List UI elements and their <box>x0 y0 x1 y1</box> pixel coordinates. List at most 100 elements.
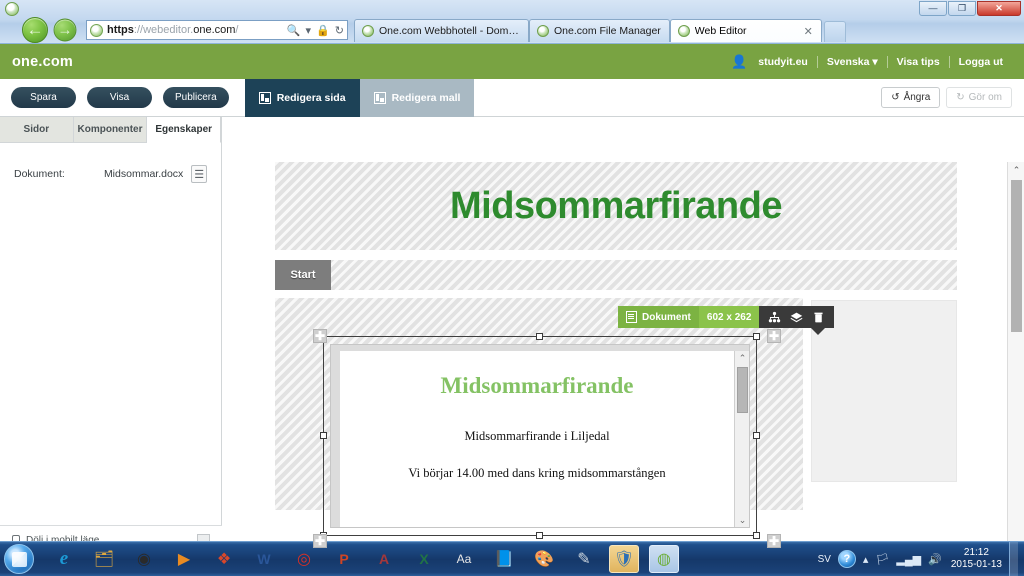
nav-item-start[interactable]: Start <box>275 260 331 290</box>
template-layout-icon <box>373 91 386 104</box>
close-icon[interactable]: ✕ <box>794 25 813 38</box>
site-favicon-icon <box>90 23 103 37</box>
taskbar-windows-explorer[interactable]: 🗂 <box>89 545 119 573</box>
taskbar-word[interactable]: W <box>249 545 279 573</box>
undo-button[interactable]: ↺ Ångra <box>881 87 941 108</box>
show-tips-link[interactable]: Visa tips <box>888 56 949 68</box>
browser-tab-2-label: One.com File Manager <box>554 25 661 37</box>
sidebar-tab-egenskaper[interactable]: Egenskaper <box>147 117 222 143</box>
publish-button[interactable]: Publicera <box>163 87 229 108</box>
network-icon[interactable]: ▂▄▆ <box>896 553 921 566</box>
canvas-scrollbar[interactable]: ⌃ ⌄ <box>1007 162 1024 555</box>
redo-button[interactable]: ↻ Gör om <box>946 87 1012 108</box>
volume-icon[interactable]: 🔊 <box>928 553 942 566</box>
chevron-down-icon[interactable]: ▾ <box>306 24 312 37</box>
sidebar-tab-komponenter[interactable]: Komponenter <box>73 117 148 142</box>
web-editor-app: one.com 👤 studyit.eu Svenska ▾ Visa tips… <box>0 44 1024 555</box>
address-bar[interactable]: https://webeditor.one.com/ 🔍 ▾ 🔒 ↻ <box>86 20 348 40</box>
page-title: Midsommarfirande <box>450 184 782 227</box>
taskbar-media-player[interactable]: ▶ <box>169 545 199 573</box>
onecom-logo[interactable]: one.com <box>12 54 73 70</box>
taskbar-snipping-tool[interactable]: ✎ <box>569 545 599 573</box>
logout-link[interactable]: Logga ut <box>950 56 1012 68</box>
account-bar: 👤 studyit.eu Svenska ▾ Visa tips Logga u… <box>731 54 1012 70</box>
app-header: one.com 👤 studyit.eu Svenska ▾ Visa tips… <box>0 44 1024 79</box>
account-username[interactable]: studyit.eu <box>749 56 817 68</box>
taskbar-security-shield[interactable]: 🛡 <box>609 545 639 573</box>
resize-handle-top-right[interactable] <box>753 333 760 340</box>
sitemap-icon[interactable] <box>768 311 781 324</box>
taskbar-internet-explorer[interactable]: e <box>49 545 79 573</box>
language-selector[interactable]: Svenska ▾ <box>818 56 887 68</box>
url-subdomain: webeditor. <box>143 24 194 36</box>
tab-favicon-icon <box>677 25 690 37</box>
tab-redigera-sida[interactable]: Redigera sida <box>244 78 360 117</box>
view-button[interactable]: Visa <box>87 87 152 108</box>
close-button[interactable]: ✕ <box>977 1 1021 16</box>
taskbar-access[interactable]: A <box>369 545 399 573</box>
selection-frame <box>320 333 760 539</box>
address-bar-icons: 🔍 ▾ 🔒 ↻ <box>287 24 344 37</box>
redo-icon: ↻ <box>956 92 965 103</box>
new-tab-button[interactable] <box>823 21 846 42</box>
url-domain: one.com <box>193 24 236 36</box>
taskbar-items: e 🗂 ◉ ▶ ❖ W ◎ P A X Aa 📘 🎨 ✎ 🛡 ◍ <box>44 545 684 573</box>
page-header-band[interactable]: Midsommarfirande <box>275 162 957 250</box>
property-row-dokument: Dokument: Midsommar.docx ☰ <box>14 165 207 183</box>
start-button[interactable] <box>4 544 34 574</box>
document-icon[interactable]: ☰ <box>191 165 207 183</box>
nav-empty-area <box>331 260 957 290</box>
trash-icon[interactable] <box>812 311 825 324</box>
save-button[interactable]: Spara <box>11 87 76 108</box>
taskbar-onecom-window[interactable]: ◍ <box>649 545 679 573</box>
resize-handle-middle-right[interactable] <box>753 432 760 439</box>
taskbar-powerpoint[interactable]: P <box>329 545 359 573</box>
minimize-button[interactable]: — <box>919 1 947 16</box>
redo-label: Gör om <box>968 92 1002 103</box>
windows-taskbar: e 🗂 ◉ ▶ ❖ W ◎ P A X Aa 📘 🎨 ✎ 🛡 ◍ SV ? ▴ … <box>0 541 1024 576</box>
canvas-scrollbar-thumb[interactable] <box>1011 180 1022 332</box>
resize-handle-middle-left[interactable] <box>320 432 327 439</box>
tab-redigera-mall-label: Redigera mall <box>391 91 461 104</box>
show-desktop-button[interactable] <box>1009 541 1018 576</box>
show-hidden-icons-icon[interactable]: ▴ <box>863 553 869 566</box>
tab-redigera-mall[interactable]: Redigera mall <box>359 78 475 117</box>
page-canvas: Midsommarfirande Start ✚ ✚ ✚ ✚ Midsommar… <box>223 162 1007 555</box>
browser-tab-2[interactable]: One.com File Manager <box>529 19 670 42</box>
clock-time: 21:12 <box>963 547 989 558</box>
tab-redigera-sida-label: Redigera sida <box>276 91 346 104</box>
resize-handle-top-center[interactable] <box>536 333 543 340</box>
maximize-button[interactable]: ❐ <box>948 1 976 16</box>
refresh-icon[interactable]: ↻ <box>335 24 344 37</box>
resize-handle-bottom-right[interactable] <box>753 532 760 539</box>
properties-sidebar: Sidor Komponenter Egenskaper Dokument: M… <box>0 117 222 555</box>
back-button[interactable]: ← <box>22 17 48 43</box>
taskbar-acrobat[interactable]: Aa <box>449 545 479 573</box>
browser-tab-1[interactable]: One.com Webbhotell - Domä... <box>354 19 529 42</box>
browser-tab-3[interactable]: Web Editor ✕ <box>669 19 822 42</box>
add-element-handle-top-right[interactable]: ✚ <box>767 329 781 343</box>
url-separator: :// <box>133 24 144 36</box>
widget-type-badge[interactable]: Dokument <box>618 306 699 328</box>
add-element-handle-bottom-right[interactable]: ✚ <box>767 534 781 548</box>
taskbar-paint[interactable]: 🎨 <box>529 545 559 573</box>
taskbar-office[interactable]: ❖ <box>209 545 239 573</box>
language-indicator[interactable]: SV <box>818 554 831 565</box>
help-icon[interactable]: ? <box>837 550 856 568</box>
taskbar-excel[interactable]: X <box>409 545 439 573</box>
taskbar-chrome[interactable]: ◎ <box>289 545 319 573</box>
scroll-up-icon[interactable]: ⌃ <box>1008 162 1024 178</box>
add-element-handle-top-left[interactable]: ✚ <box>313 329 327 343</box>
add-element-handle-bottom-left[interactable]: ✚ <box>313 534 327 548</box>
taskbar-media-center[interactable]: ◉ <box>129 545 159 573</box>
browser-nav-row: ← → https://webeditor.one.com/ 🔍 ▾ 🔒 ↻ O… <box>0 16 1024 44</box>
layers-icon[interactable] <box>790 311 803 324</box>
sidebar-tab-sidor[interactable]: Sidor <box>0 117 74 142</box>
lock-icon: 🔒 <box>316 24 330 37</box>
search-icon[interactable]: 🔍 <box>287 24 301 37</box>
clock[interactable]: 21:12 2015-01-13 <box>949 547 1002 571</box>
action-center-icon[interactable]: 🏳 <box>875 553 889 566</box>
resize-handle-bottom-center[interactable] <box>536 532 543 539</box>
taskbar-notes[interactable]: 📘 <box>489 545 519 573</box>
forward-button[interactable]: → <box>53 18 77 42</box>
